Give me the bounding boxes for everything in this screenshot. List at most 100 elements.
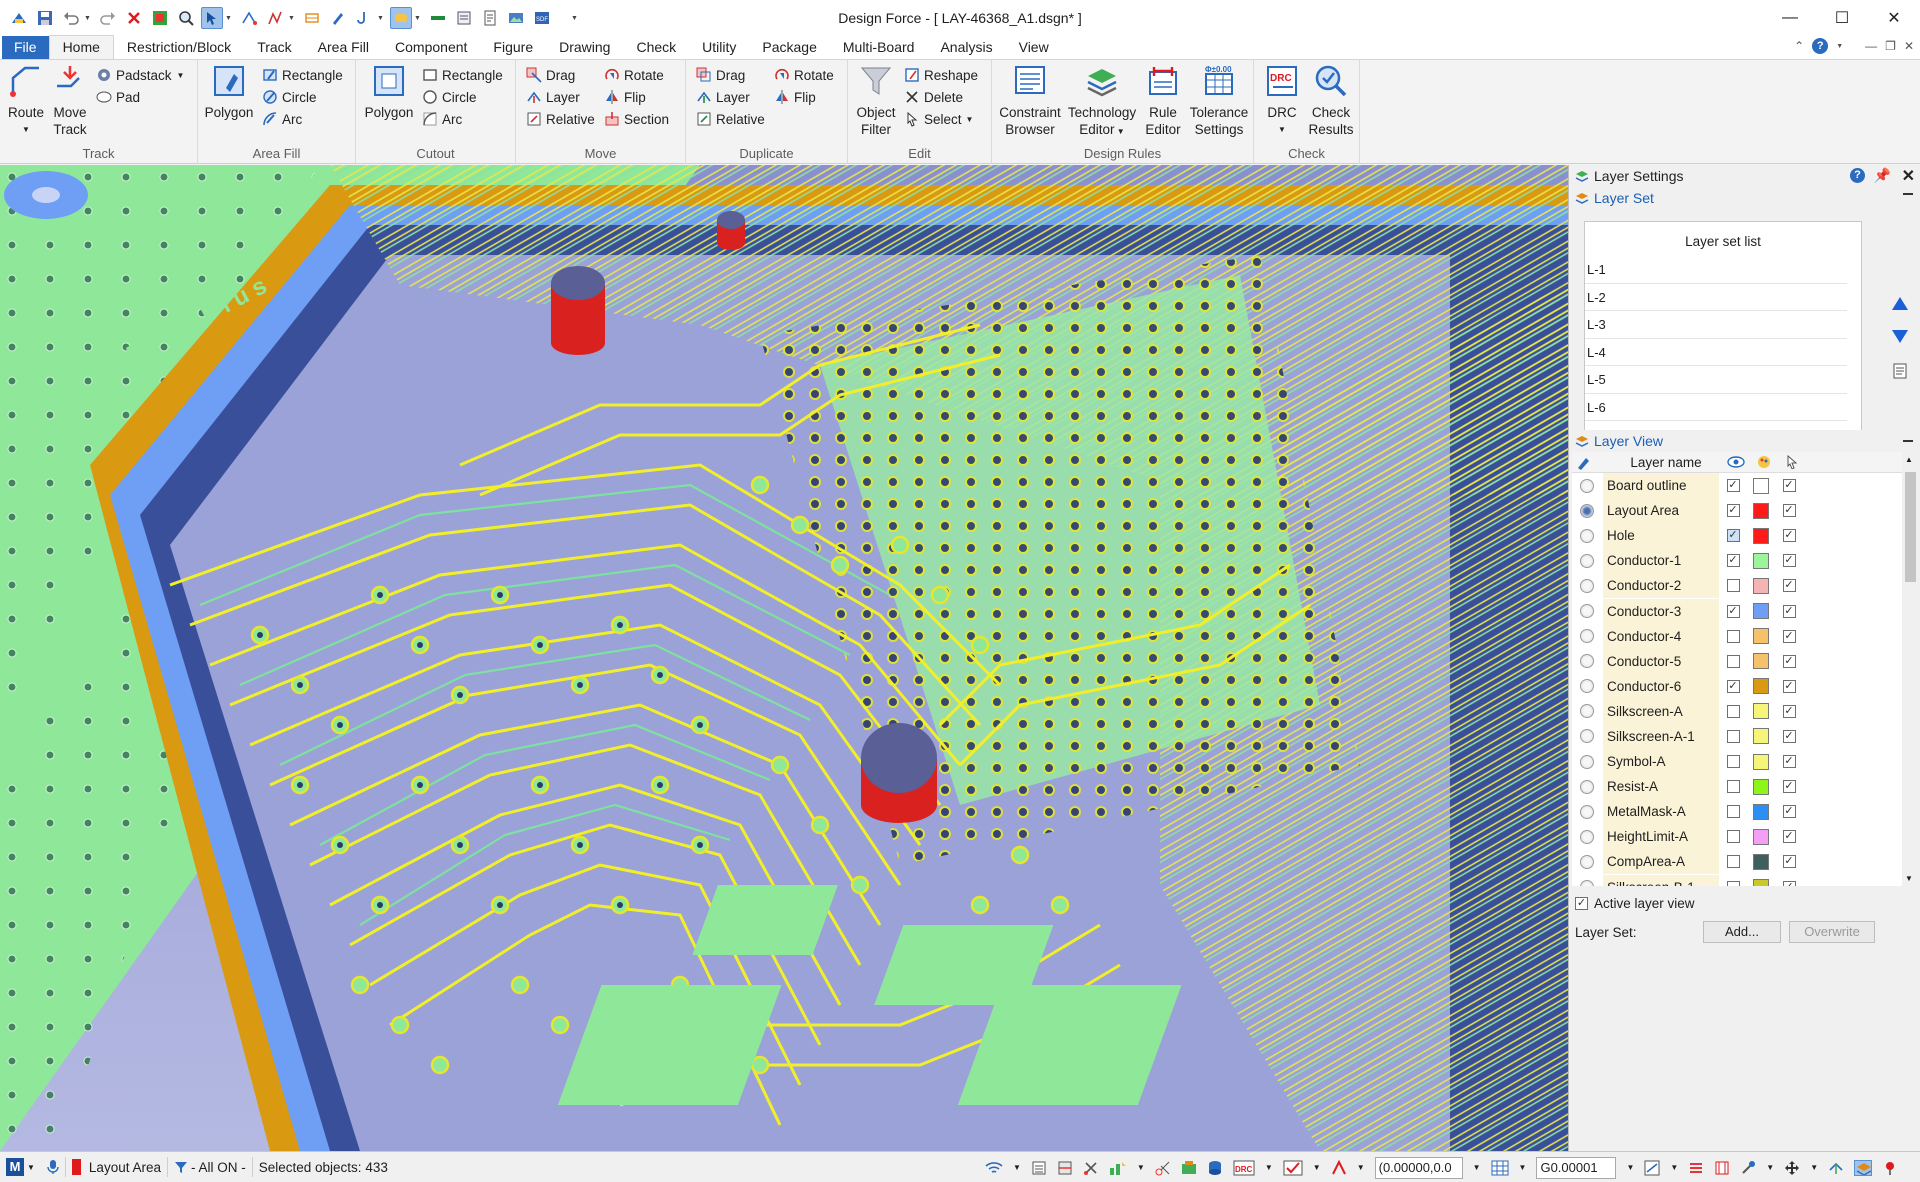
move-rotate-button[interactable]: Rotate (604, 64, 664, 86)
layer-view-header[interactable]: Layer View (1569, 430, 1920, 452)
color-column[interactable] (1750, 455, 1778, 469)
object-filter-button[interactable]: Object Filter (854, 64, 898, 138)
grid-fill-icon[interactable] (149, 7, 171, 29)
measure-status-dropdown-icon[interactable]: ▼ (1670, 1163, 1678, 1172)
duplicate-flip-button[interactable]: Flip (774, 86, 816, 108)
layer-color-swatch[interactable] (1753, 879, 1769, 886)
scissors-icon[interactable] (1155, 1160, 1171, 1176)
grid-dropdown-icon[interactable]: ▼ (1519, 1163, 1527, 1172)
layer-name[interactable]: Silkscreen-A (1603, 698, 1719, 724)
component-icon[interactable] (1181, 1160, 1197, 1176)
layer-view-scrollbar[interactable]: ▲ ▼ (1902, 452, 1919, 886)
layer-name[interactable]: HeightLimit-A (1603, 824, 1719, 850)
reshape-button[interactable]: Reshape (904, 64, 978, 86)
route-button[interactable]: Route ▼ (6, 64, 46, 138)
filter-indicator[interactable]: - All ON - (168, 1152, 252, 1182)
tab-package[interactable]: Package (749, 36, 829, 59)
selectable-checkbox[interactable]: ✓ (1782, 729, 1796, 743)
layer-color-swatch[interactable] (1753, 552, 1769, 569)
selectable-checkbox[interactable]: ✓ (1782, 529, 1796, 543)
scrollbar-thumb[interactable] (1905, 472, 1916, 582)
layer-name[interactable]: Symbol-A (1603, 749, 1719, 775)
active-layer-radio[interactable] (1580, 604, 1594, 619)
image-icon[interactable] (505, 7, 527, 29)
move-section-button[interactable]: Section (604, 108, 669, 130)
layer-name[interactable]: Conductor-1 (1603, 548, 1719, 574)
wifi-icon[interactable] (985, 1160, 1003, 1176)
selectable-checkbox[interactable]: ✓ (1782, 554, 1796, 568)
doc-restore-icon[interactable]: ❐ (1885, 39, 1896, 53)
layer-name[interactable]: Hole (1603, 523, 1719, 549)
visibility-checkbox[interactable] (1726, 755, 1740, 769)
tab-component[interactable]: Component (382, 36, 480, 59)
maximize-icon[interactable]: ☐ (1816, 0, 1868, 36)
list-item[interactable]: L-6 (1585, 394, 1847, 421)
layer-color-swatch[interactable] (1753, 477, 1769, 494)
help-icon[interactable]: ? (1812, 38, 1829, 54)
chart-icon[interactable] (1109, 1160, 1127, 1176)
layer-color-swatch[interactable] (1753, 853, 1769, 870)
move-drag-button[interactable]: Drag (526, 64, 575, 86)
collapse-layer-view-icon[interactable] (1903, 440, 1913, 442)
visibility-checkbox[interactable]: ✓ (1726, 479, 1740, 493)
layer-color-swatch[interactable] (1753, 653, 1769, 670)
layer-row[interactable]: Resist-A ✓ (1572, 774, 1902, 800)
layer-name[interactable]: Conductor-5 (1603, 648, 1719, 674)
pcb-3d-view[interactable]: i M X 8 M P l u s (0, 165, 1568, 1151)
selectable-checkbox[interactable]: ✓ (1782, 855, 1796, 869)
app-icon[interactable] (8, 7, 30, 29)
highlight-icon[interactable] (390, 7, 412, 29)
selectable-checkbox[interactable]: ✓ (1782, 629, 1796, 643)
cutout-circle-button[interactable]: Circle (422, 86, 477, 108)
grid-value-dropdown-icon[interactable]: ▼ (1626, 1163, 1634, 1172)
selectable-checkbox[interactable]: ✓ (1782, 679, 1796, 693)
selectable-checkbox[interactable]: ✓ (1782, 780, 1796, 794)
active-layer-radio[interactable] (1580, 553, 1594, 568)
layer-color-swatch[interactable] (1753, 603, 1769, 620)
selectable-checkbox[interactable]: ✓ (1782, 604, 1796, 618)
move-layer-button[interactable]: Layer (526, 86, 580, 108)
measure-status-icon[interactable] (1644, 1160, 1660, 1176)
tab-file[interactable]: File (2, 36, 49, 59)
list-item[interactable]: L-1 (1585, 256, 1847, 284)
active-layer-radio[interactable] (1580, 578, 1594, 593)
chart-dropdown-icon[interactable]: ▼ (1137, 1163, 1145, 1172)
visibility-checkbox[interactable] (1726, 629, 1740, 643)
selectable-checkbox[interactable]: ✓ (1782, 755, 1796, 769)
pin-status-icon[interactable] (1882, 1160, 1898, 1176)
measure-dropdown-icon[interactable]: ▼ (288, 15, 296, 22)
layer-set-header[interactable]: Layer Set (1569, 187, 1920, 209)
duplicate-drag-button[interactable]: Drag (696, 64, 745, 86)
selectable-checkbox[interactable]: ✓ (1782, 654, 1796, 668)
active-layer-radio[interactable] (1580, 679, 1594, 694)
selectable-checkbox[interactable]: ✓ (1782, 805, 1796, 819)
cutout-arc-button[interactable]: Arc (422, 108, 462, 130)
visibility-checkbox[interactable] (1726, 880, 1740, 886)
duplicate-relative-button[interactable]: Relative (696, 108, 765, 130)
check-status-icon[interactable] (1283, 1160, 1303, 1176)
active-layer-radio[interactable] (1580, 754, 1594, 769)
save-icon[interactable] (34, 7, 56, 29)
panel-help-icon[interactable]: ? (1850, 168, 1865, 183)
visibility-column[interactable] (1722, 456, 1750, 468)
doc-close-icon[interactable]: ✕ (1904, 39, 1914, 53)
tab-figure[interactable]: Figure (480, 36, 546, 59)
active-layer-radio[interactable] (1580, 779, 1594, 794)
report-icon[interactable] (479, 7, 501, 29)
tab-restriction-block[interactable]: Restriction/Block (114, 36, 244, 59)
drc-status-icon[interactable]: DRC (1233, 1160, 1255, 1176)
active-layer-radio[interactable] (1580, 629, 1594, 644)
rule-editor-button[interactable]: Rule Editor (1140, 64, 1186, 138)
panel-close-icon[interactable]: ✕ (1902, 166, 1915, 186)
overwrite-button[interactable]: Overwrite (1789, 921, 1875, 943)
layer-row[interactable]: Conductor-1 ✓ ✓ (1572, 548, 1902, 574)
layer-row[interactable]: Silkscreen-A ✓ (1572, 698, 1902, 724)
area-fill-circle-button[interactable]: Circle (262, 86, 317, 108)
scroll-up-icon[interactable]: ▲ (1905, 455, 1913, 464)
trace-icon[interactable] (427, 7, 449, 29)
minimize-icon[interactable]: — (1764, 0, 1816, 36)
grid-input[interactable]: G0.00001 (1536, 1156, 1617, 1179)
visibility-checkbox[interactable] (1726, 855, 1740, 869)
list-item[interactable]: L-5 (1585, 366, 1847, 394)
microphone-icon[interactable] (41, 1152, 65, 1182)
